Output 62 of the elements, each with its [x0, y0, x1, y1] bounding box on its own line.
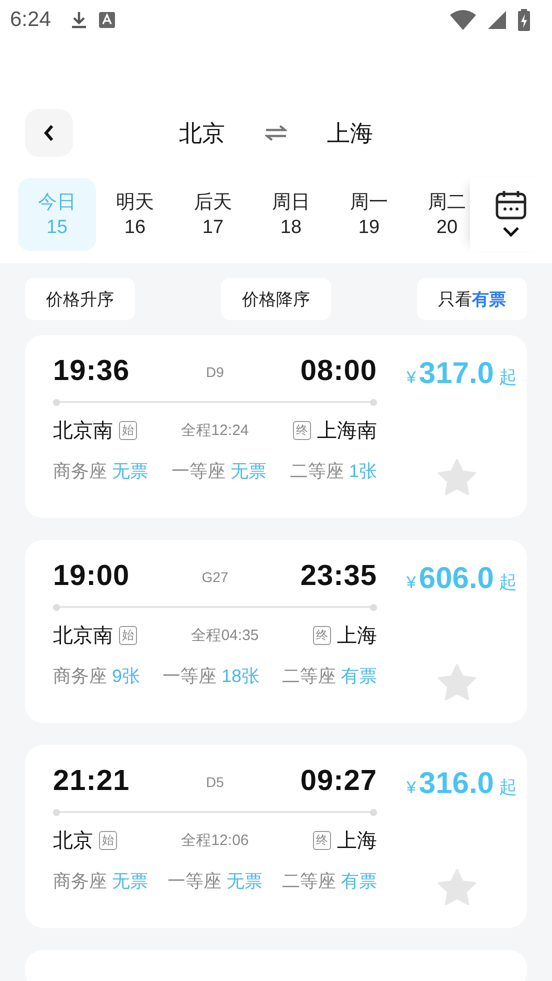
departure-station: 北京南 — [53, 419, 113, 444]
price: ¥606.0 起 — [406, 562, 517, 596]
train-number: D5 — [206, 774, 224, 790]
departure-city[interactable]: 北京 — [179, 118, 225, 148]
seat-availability: 二等座 有票 — [282, 870, 377, 893]
train-card[interactable]: 19:36 D9 08:00 北京南 始 全程12:24 终 上海南 商务座 无票 一等座 无票 二等座 1张 ¥317.0 起 — [25, 335, 527, 518]
arrival-station: 上海 — [336, 624, 377, 649]
departure-station: 北京 — [53, 829, 93, 854]
arrival-station: 上海南 — [316, 419, 377, 444]
departure-time: 19:00 — [53, 560, 130, 593]
date-tab[interactable]: 周一 19 — [330, 178, 408, 251]
filter-button[interactable]: 价格降序 — [221, 278, 331, 320]
price: ¥316.0 起 — [406, 767, 517, 801]
travel-duration: 全程12:24 — [181, 421, 249, 440]
favorite-star-icon[interactable] — [438, 459, 476, 495]
date-tab[interactable]: 明天 16 — [96, 178, 174, 251]
arrival-time: 23:35 — [300, 560, 377, 593]
seat-availability: 一等座 无票 — [167, 870, 262, 893]
departure-station: 北京南 — [53, 624, 113, 649]
departure-time: 21:21 — [53, 765, 130, 798]
calendar-icon — [495, 190, 527, 220]
favorite-star-icon[interactable] — [438, 869, 476, 905]
seat-availability: 商务座 无票 — [53, 460, 148, 483]
terminal-tag: 终 — [312, 831, 331, 850]
train-card[interactable]: 21:21 D5 09:27 北京 始 全程12:06 终 上海 商务座 无票 一等座 无票 二等座 有票 ¥316.0 起 — [25, 745, 527, 928]
arrival-time: 09:27 — [300, 765, 377, 798]
arrival-city[interactable]: 上海 — [327, 118, 373, 148]
arrival-time: 08:00 — [300, 355, 377, 388]
date-tab[interactable]: 后天 17 — [174, 178, 252, 251]
back-button[interactable] — [25, 109, 73, 157]
origin-tag: 始 — [119, 626, 137, 645]
origin-tag: 始 — [99, 831, 117, 850]
seat-availability: 二等座 有票 — [282, 665, 377, 688]
battery-icon — [518, 9, 530, 31]
departure-time: 19:36 — [53, 355, 130, 388]
origin-tag: 始 — [119, 421, 137, 440]
price: ¥317.0 起 — [406, 357, 517, 391]
train-number: G27 — [202, 568, 228, 584]
train-number: D9 — [206, 364, 224, 380]
seat-availability: 商务座 9张 — [53, 665, 140, 688]
status-time: 6:24 — [10, 8, 51, 32]
keyboard-icon — [98, 12, 115, 28]
terminal-tag: 终 — [312, 626, 331, 645]
date-tab[interactable]: 周二 20 — [408, 178, 470, 251]
filter-button[interactable]: 价格升序 — [25, 278, 135, 320]
travel-duration: 全程12:06 — [181, 831, 249, 850]
terminal-tag: 终 — [292, 421, 311, 440]
date-tab[interactable]: 周日 18 — [252, 178, 330, 251]
swap-icon[interactable] — [265, 125, 287, 141]
signal-icon — [488, 11, 506, 29]
favorite-star-icon[interactable] — [438, 664, 476, 700]
wifi-icon — [450, 10, 476, 30]
travel-duration: 全程04:35 — [191, 626, 259, 645]
seat-availability: 二等座 1张 — [290, 460, 377, 483]
train-card[interactable]: 19:00 G27 23:35 北京南 始 全程04:35 终 上海 商务座 9张 一等座 18张 二等座 有票 ¥606.0 起 — [25, 540, 527, 723]
chevron-down-icon — [502, 226, 520, 237]
filter-button[interactable]: 只看有票 — [417, 278, 527, 320]
seat-availability: 商务座 无票 — [53, 870, 148, 893]
seat-availability: 一等座 无票 — [171, 460, 266, 483]
seat-availability: 一等座 18张 — [162, 665, 260, 688]
arrival-station: 上海 — [336, 829, 377, 854]
download-icon — [70, 11, 87, 29]
